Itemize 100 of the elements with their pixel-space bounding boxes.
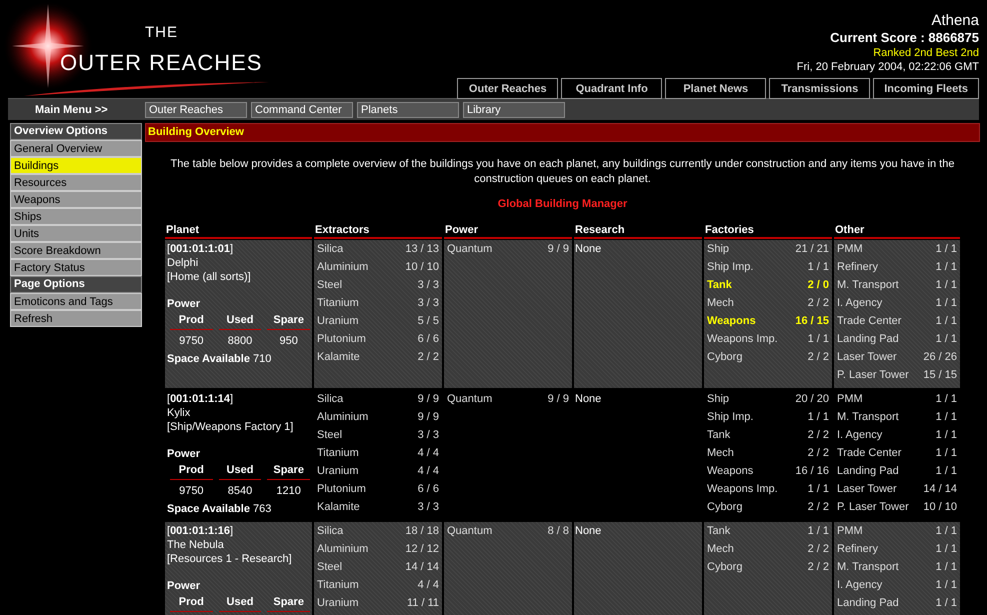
building-count: 3 / 3	[418, 297, 439, 311]
building-name: Ship	[707, 393, 730, 407]
building-count: 3 / 3	[418, 501, 439, 515]
building-name: M. Transport	[837, 279, 899, 293]
building-count: 5 / 5	[418, 315, 439, 329]
sidebar-heading: Overview Options	[10, 123, 142, 140]
building-name: Landing Pad	[837, 465, 899, 479]
building-count: 2 / 2	[808, 297, 829, 311]
building-count: 9 / 9	[418, 393, 439, 407]
building-count: 11 / 11	[406, 597, 439, 611]
planet-name: Delphi	[167, 256, 200, 270]
building-name: Titanium	[317, 579, 359, 593]
building-name: M. Transport	[837, 561, 899, 575]
menu-button[interactable]: Library	[463, 102, 565, 118]
building-name: Kalamite	[317, 501, 360, 515]
building-name: Titanium	[317, 297, 359, 311]
space-label: Space Available	[167, 353, 250, 365]
sidebar-item[interactable]: Ships	[10, 208, 142, 225]
building-name: Silica	[317, 393, 344, 407]
power-value: 9750	[178, 334, 205, 348]
sidebar-item[interactable]: Resources	[10, 174, 142, 191]
building-name: I. Agency	[837, 297, 882, 311]
sidebar-item[interactable]: Units	[10, 225, 142, 242]
building-count: 1 / 1	[936, 297, 957, 311]
user-name: Athena	[931, 12, 979, 30]
rank-text: Ranked 2nd Best 2nd	[873, 46, 979, 60]
building-name: Cyborg	[707, 561, 742, 575]
building-count: 1 / 1	[808, 411, 829, 425]
building-name: Uranium	[317, 315, 359, 329]
building-name: Aluminium	[317, 543, 368, 557]
planet-coordinates[interactable]: [001:01:1:16]	[167, 524, 310, 538]
building-count: 21 / 21	[795, 243, 829, 257]
power-header: Spare	[267, 313, 310, 330]
building-count: 9 / 9	[548, 243, 569, 257]
building-count: 1 / 1	[936, 597, 957, 611]
building-name: Ship Imp.	[707, 261, 754, 275]
sidebar-item[interactable]: Weapons	[10, 191, 142, 208]
power-value: 9750	[178, 484, 205, 498]
planet-coordinates[interactable]: [001:01:1:01]	[167, 242, 310, 256]
power-label: Power	[167, 447, 202, 461]
power-header: Prod	[170, 313, 213, 330]
building-name: PMM	[837, 393, 863, 407]
building-name: Mech	[707, 297, 734, 311]
sidebar-item[interactable]: Score Breakdown	[10, 242, 142, 259]
nav-button[interactable]: Outer Reaches	[457, 78, 558, 99]
building-name: Laser Tower	[837, 351, 897, 365]
building-count: 2 / 2	[418, 351, 439, 365]
nav-button[interactable]: Transmissions	[769, 78, 870, 99]
building-count: 1 / 1	[936, 315, 957, 329]
building-count: 2 / 2	[808, 429, 829, 443]
power-label: Power	[167, 579, 202, 593]
research-text: None	[575, 243, 602, 255]
building-count: 1 / 1	[936, 261, 957, 275]
building-name: Kalamite	[317, 351, 360, 365]
sidebar-item[interactable]: Factory Status	[10, 259, 142, 276]
sidebar-item[interactable]: Emoticons and Tags	[10, 293, 142, 310]
building-name: M. Transport	[837, 411, 899, 425]
building-name: Steel	[317, 279, 342, 293]
building-name: Quantum	[447, 393, 492, 407]
building-count: 14 / 14	[923, 483, 957, 497]
nav-button[interactable]: Incoming Fleets	[873, 78, 979, 99]
sidebar-item[interactable]: Refresh	[10, 310, 142, 327]
power-header: Used	[218, 313, 262, 330]
building-count: 1 / 1	[936, 561, 957, 575]
building-name: Trade Center	[837, 315, 902, 329]
building-name: Landing Pad	[837, 597, 899, 611]
sidebar-item[interactable]: General Overview	[10, 140, 142, 157]
building-count: 8 / 8	[548, 525, 569, 539]
building-name: Quantum	[447, 525, 492, 539]
main-menu-label: Main Menu >>	[34, 104, 109, 116]
building-name: Titanium	[317, 447, 359, 461]
building-name: Weapons	[707, 465, 754, 479]
building-count: 1 / 1	[936, 243, 957, 257]
menu-button[interactable]: Planets	[357, 102, 459, 118]
building-name: Weapons	[707, 315, 756, 329]
planet-coordinates[interactable]: [001:01:1:14]	[167, 392, 310, 406]
space-label: Space Available	[167, 503, 250, 515]
building-count: 9 / 9	[418, 411, 439, 425]
building-name: Aluminium	[317, 411, 368, 425]
building-name: P. Laser Tower	[837, 369, 909, 383]
building-name: Trade Center	[837, 447, 902, 461]
planet-name: The Nebula	[167, 538, 225, 552]
building-count: 1 / 1	[808, 333, 829, 347]
building-count: 1 / 1	[936, 333, 957, 347]
nav-button[interactable]: Quadrant Info	[561, 78, 662, 99]
building-name: Aluminium	[317, 261, 368, 275]
nav-button[interactable]: Planet News	[665, 78, 766, 99]
building-name: Ship Imp.	[707, 411, 754, 425]
building-count: 1 / 1	[936, 543, 957, 557]
building-name: Weapons Imp.	[707, 483, 778, 497]
menu-button[interactable]: Command Center	[251, 102, 353, 118]
menu-button[interactable]: Outer Reaches	[145, 102, 247, 118]
building-count: 16 / 15	[795, 315, 829, 329]
building-count: 2 / 2	[808, 351, 829, 365]
building-count: 10 / 10	[923, 501, 957, 515]
building-name: Uranium	[317, 597, 359, 611]
building-count: 1 / 1	[808, 261, 829, 275]
sidebar-item[interactable]: Buildings	[10, 157, 142, 174]
building-name: Refinery	[837, 543, 878, 557]
building-count: 2 / 0	[808, 279, 829, 293]
